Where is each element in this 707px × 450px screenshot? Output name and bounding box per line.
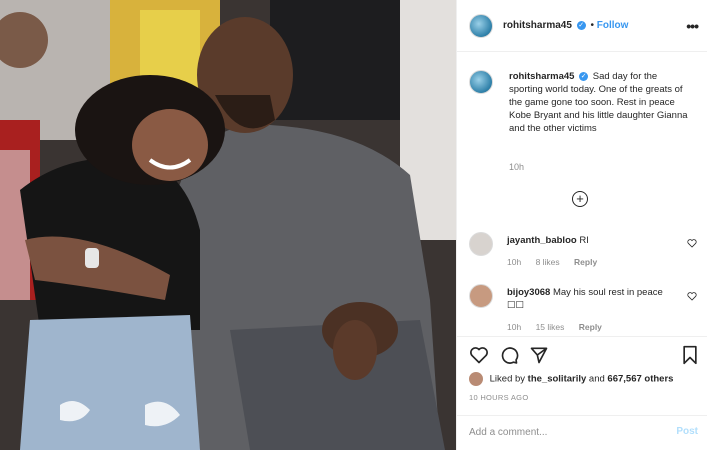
post-header: rohitsharma45 ✓ • Follow •••: [457, 0, 707, 52]
more-options-icon[interactable]: •••: [686, 18, 699, 34]
comment-avatar[interactable]: [469, 232, 493, 256]
caption-time: 10h: [509, 162, 525, 172]
comment-time: 10h: [507, 322, 522, 332]
add-comment-bar: Post: [457, 415, 707, 449]
share-icon[interactable]: [529, 345, 549, 365]
verified-badge-icon: ✓: [579, 71, 589, 81]
heart-icon[interactable]: [687, 291, 697, 301]
others-count[interactable]: 667,567 others: [607, 374, 673, 385]
likes-summary: Liked by the_solitarily and 667,567 othe…: [469, 372, 673, 386]
comment-meta: 10h 15 likes Reply: [507, 322, 614, 332]
plus-circle-icon[interactable]: +: [572, 191, 588, 207]
comment-username[interactable]: jayanth_babloo: [507, 235, 577, 246]
comment-avatar[interactable]: [469, 284, 493, 308]
photo-illustration: [0, 0, 456, 450]
bookmark-icon[interactable]: [681, 345, 699, 365]
liker-username[interactable]: the_solitarily: [528, 374, 587, 385]
action-bar: Liked by the_solitarily and 667,567 othe…: [457, 336, 707, 448]
post-comment-button[interactable]: Post: [676, 426, 698, 437]
comment-text-block: bijoy3068 May his soul rest in peace ☐☐: [507, 286, 667, 312]
comment-username[interactable]: bijoy3068: [507, 287, 550, 298]
reply-button[interactable]: Reply: [579, 322, 602, 332]
author-line: rohitsharma45 ✓ • Follow: [503, 20, 628, 31]
caption-avatar[interactable]: [469, 70, 493, 94]
comment-icon[interactable]: [499, 345, 519, 365]
post-photo[interactable]: [0, 0, 456, 450]
caption-text-block: rohitsharma45 ✓ Sad day for the sporting…: [509, 70, 689, 135]
comment-time: 10h: [507, 257, 522, 267]
reply-button[interactable]: Reply: [574, 257, 597, 267]
liker-avatar[interactable]: [469, 372, 483, 386]
liked-by-and: and: [588, 373, 605, 385]
post-side-panel: rohitsharma45 ✓ • Follow ••• rohitsharma…: [456, 0, 707, 450]
heart-icon[interactable]: [469, 345, 489, 365]
caption-username[interactable]: rohitsharma45: [509, 71, 574, 82]
comment-likes[interactable]: 15 likes: [536, 322, 565, 332]
author-avatar[interactable]: [469, 14, 493, 38]
comment-input[interactable]: [469, 424, 659, 440]
liked-by-prefix: Liked by: [489, 373, 526, 385]
post-timestamp[interactable]: 10 HOURS AGO: [469, 393, 528, 402]
follow-button[interactable]: Follow: [597, 20, 629, 31]
comment-meta: 10h 8 likes Reply: [507, 257, 609, 267]
heart-icon[interactable]: [687, 238, 697, 248]
author-username[interactable]: rohitsharma45: [503, 20, 572, 31]
dot-separator: •: [590, 20, 594, 31]
comment-text-block: jayanth_babloo RI: [507, 234, 667, 247]
comment-body: RI: [579, 235, 589, 246]
comment-likes[interactable]: 8 likes: [536, 257, 560, 267]
verified-badge-icon: ✓: [576, 20, 586, 30]
